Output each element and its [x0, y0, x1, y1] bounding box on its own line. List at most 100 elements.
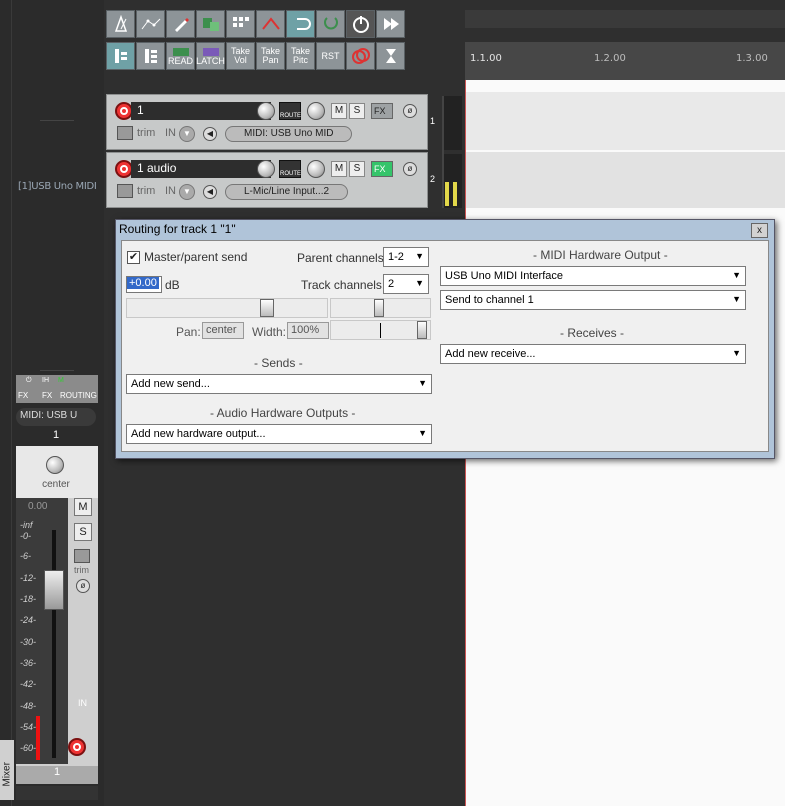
track-header[interactable]: 1 ROUTE M S FX ø trim IN ▼ ◀ MIDI: USB U… — [106, 94, 428, 150]
master-send-checkbox[interactable]: ✔ — [127, 251, 140, 264]
metronome-icon[interactable] — [106, 10, 135, 38]
envelope-icon[interactable] — [117, 126, 133, 140]
track-channels-select[interactable]: 2 ▼ — [383, 274, 429, 294]
input-select[interactable]: MIDI: USB Uno MID — [225, 126, 353, 142]
fx-button[interactable]: FX — [371, 161, 393, 177]
latch-button[interactable]: LATCH — [196, 42, 225, 70]
track-channels-value: 2 — [388, 278, 395, 290]
volume-slider[interactable] — [126, 298, 328, 318]
power-icon[interactable] — [346, 10, 375, 38]
track-lane[interactable] — [466, 152, 785, 208]
phase-icon[interactable]: ø — [76, 579, 90, 593]
envelope-icon[interactable] — [74, 549, 90, 563]
track-lane[interactable] — [466, 92, 785, 150]
speaker-icon[interactable]: ◀ — [203, 185, 217, 199]
take-vol-button[interactable]: Take Vol — [226, 42, 255, 70]
pencil-icon[interactable] — [166, 10, 195, 38]
ruler-marker: 1.1.00 — [470, 53, 502, 64]
solo-button[interactable]: S — [349, 103, 365, 119]
add-receive-select[interactable]: Add new receive... ▼ — [440, 344, 746, 364]
parent-channels-value: 1-2 — [388, 251, 404, 263]
volume-knob[interactable] — [257, 160, 275, 178]
trim-label[interactable]: trim — [137, 185, 155, 197]
routing-button[interactable]: ROUTING — [60, 391, 97, 400]
chevron-down-icon[interactable]: ▼ — [179, 126, 195, 142]
input-monitor-label[interactable]: IN — [165, 127, 176, 139]
pan-knob[interactable] — [307, 160, 325, 178]
add-hardware-output-select[interactable]: Add new hardware output... ▼ — [126, 424, 432, 444]
midi-device-select[interactable]: USB Uno MIDI Interface ▼ — [440, 266, 746, 286]
hourglass-icon[interactable] — [376, 42, 405, 70]
take-vol-label: Take Vol — [230, 46, 250, 65]
slider-thumb[interactable] — [260, 299, 274, 317]
trim-label[interactable]: trim — [74, 565, 89, 575]
auto-crossfade-icon[interactable] — [316, 10, 345, 38]
take-pan-button[interactable]: Take Pan — [256, 42, 285, 70]
meter-scale-label: -42- — [20, 679, 37, 689]
fx-button[interactable]: FX — [371, 103, 393, 119]
parent-channels-select[interactable]: 1-2 ▼ — [383, 247, 429, 267]
mixer-layout-icon[interactable] — [106, 42, 135, 70]
volume-readout[interactable]: 0.00 — [28, 501, 47, 512]
record-arm-button[interactable] — [68, 738, 86, 756]
midi-channel-select[interactable]: Send to channel 1 ▼ — [440, 290, 746, 310]
volume-knob[interactable] — [257, 102, 275, 120]
track-name[interactable]: 1 — [131, 102, 271, 120]
width-value-field[interactable]: 100% — [287, 322, 329, 339]
mute-button[interactable]: M — [331, 103, 347, 119]
timeline-scrollbar[interactable] — [465, 10, 785, 28]
mute-button[interactable]: M — [74, 498, 92, 516]
width-slider[interactable] — [330, 320, 431, 340]
pan-knob[interactable] — [307, 102, 325, 120]
pan-slider[interactable] — [330, 298, 431, 318]
pan-label: center — [42, 479, 70, 490]
pan-knob[interactable] — [46, 456, 64, 474]
phase-icon[interactable]: ø — [403, 162, 417, 176]
play-forward-icon[interactable] — [376, 10, 405, 38]
toolbar: READ LATCH Take Vol Take Pan Take Pitc R… — [106, 10, 410, 72]
speaker-icon[interactable]: ◀ — [203, 127, 217, 141]
input-monitor-label[interactable]: IN — [165, 185, 176, 197]
input-monitor-label[interactable]: IN — [78, 698, 87, 708]
mixer-input-select[interactable]: MIDI: USB U — [16, 408, 96, 426]
envelope-icon[interactable] — [117, 184, 133, 198]
add-send-select[interactable]: Add new send... ▼ — [126, 374, 432, 394]
volume-input[interactable]: +0.00 — [126, 276, 162, 293]
input-fx-icon[interactable]: IH — [42, 377, 49, 384]
loop-icon[interactable] — [286, 10, 315, 38]
meter-level-right — [453, 182, 457, 206]
solo-button[interactable]: S — [349, 161, 365, 177]
meter-scale-label: -60- — [20, 743, 37, 753]
record-arm-all-icon[interactable] — [346, 42, 375, 70]
solo-button[interactable]: S — [74, 523, 92, 541]
slider-thumb[interactable] — [374, 299, 384, 317]
volume-fader[interactable] — [44, 570, 64, 610]
fx-button[interactable]: FX — [42, 391, 52, 400]
m-icon[interactable]: M — [58, 377, 64, 384]
slider-thumb[interactable] — [417, 321, 427, 339]
snap-grid-icon[interactable] — [226, 10, 255, 38]
item-grouping-icon[interactable] — [196, 10, 225, 38]
pan-value-field[interactable]: center — [202, 322, 244, 339]
input-fx-button[interactable]: FX — [18, 391, 28, 400]
track-layout-icon[interactable] — [136, 42, 165, 70]
read-button[interactable]: READ — [166, 42, 195, 70]
rst-button[interactable]: RST — [316, 42, 345, 70]
meter-scale-label: -36- — [20, 658, 37, 668]
track-name[interactable]: 1 audio — [131, 160, 271, 178]
route-button[interactable]: ROUTE — [279, 160, 301, 178]
trim-label[interactable]: trim — [137, 127, 155, 139]
input-select[interactable]: L-Mic/Line Input...2 — [225, 184, 349, 200]
close-button[interactable]: x — [751, 223, 768, 238]
envelope-points-icon[interactable] — [136, 10, 165, 38]
phase-icon[interactable]: ø — [403, 104, 417, 118]
take-pitch-button[interactable]: Take Pitc — [286, 42, 315, 70]
chevron-down-icon[interactable]: ▼ — [179, 184, 195, 200]
mute-button[interactable]: M — [331, 161, 347, 177]
power-icon[interactable]: ⏻ — [26, 377, 32, 385]
track-header[interactable]: 1 audio ROUTE M S FX ø trim IN ▼ ◀ L-Mic… — [106, 152, 428, 208]
ripple-edit-icon[interactable] — [256, 10, 285, 38]
mixer-scrollbar[interactable] — [16, 786, 98, 800]
volume-value: +0.00 — [127, 277, 159, 289]
route-button[interactable]: ROUTE — [279, 102, 301, 120]
